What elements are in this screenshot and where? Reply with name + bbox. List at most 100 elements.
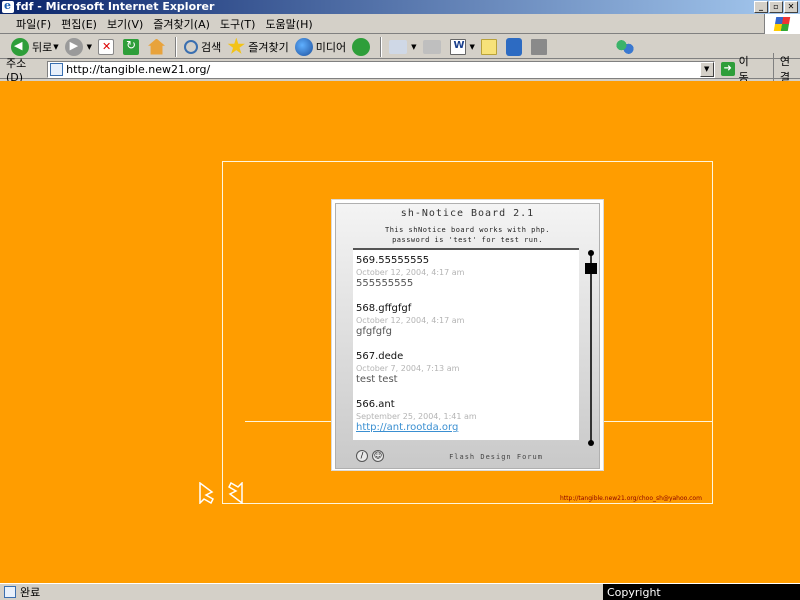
chevron-down-icon[interactable]: ▼ bbox=[411, 43, 416, 51]
contact-text: http://tangible.new21.org/choo_sh@yahoo.… bbox=[560, 495, 702, 502]
post-title[interactable]: 569.55555555 bbox=[356, 254, 579, 267]
research-button[interactable] bbox=[503, 36, 528, 58]
close-button[interactable]: ✕ bbox=[784, 1, 798, 13]
print-button[interactable] bbox=[420, 36, 447, 58]
media-label: 미디어 bbox=[315, 40, 347, 54]
notice-board-panel: sh-Notice Board 2.1 This shNotice board … bbox=[335, 203, 600, 469]
post-title[interactable]: 568.gffgfgf bbox=[356, 302, 579, 315]
page-content: sh-Notice Board 2.1 This shNotice board … bbox=[0, 81, 800, 583]
list-item[interactable]: 566.ant September 25, 2004, 1:41 am http… bbox=[356, 398, 579, 434]
messenger-icon bbox=[615, 37, 634, 56]
edit-button[interactable]: ▼ bbox=[447, 36, 478, 58]
tool-button[interactable] bbox=[528, 36, 553, 58]
status-bar: 완료 Copyright http://www.happycgi.com bbox=[0, 583, 800, 600]
minimize-button[interactable]: _ bbox=[754, 1, 768, 13]
status-text: 완료 bbox=[20, 586, 41, 599]
forward-button[interactable]: ▼ bbox=[62, 36, 95, 58]
tool-icon bbox=[530, 38, 547, 55]
back-label: 뒤로 bbox=[32, 40, 53, 54]
standard-toolbar: 뒤로 ▼ ▼ 검색 즐겨찾기 미디어 ▼ ▼ bbox=[0, 35, 800, 59]
list-item[interactable]: 567.dede October 7, 2004, 7:13 am test t… bbox=[356, 350, 579, 386]
window-titlebar: fdf - Microsoft Internet Explorer _ ▫ ✕ bbox=[0, 0, 800, 14]
address-label: 주소(D) bbox=[6, 56, 27, 84]
forward-arrow-icon bbox=[64, 37, 83, 56]
note-icon bbox=[480, 38, 497, 55]
star-icon bbox=[227, 37, 245, 54]
scrollbar-track[interactable] bbox=[590, 254, 592, 444]
address-input[interactable]: http://tangible.new21.org/ ▼ bbox=[47, 60, 715, 78]
board-footer: Flash Design Forum bbox=[449, 453, 543, 461]
post-title[interactable]: 566.ant bbox=[356, 398, 579, 411]
copyright-banner: Copyright http://www.happycgi.com bbox=[603, 584, 800, 600]
chevron-down-icon[interactable]: ▼ bbox=[699, 61, 714, 77]
stop-button[interactable] bbox=[95, 36, 120, 58]
post-list: 569.55555555 October 12, 2004, 4:17 am 5… bbox=[353, 248, 579, 440]
chevron-down-icon[interactable]: ▼ bbox=[87, 43, 92, 51]
window-controls: _ ▫ ✕ bbox=[754, 1, 798, 13]
smiley-button[interactable]: ☺ bbox=[372, 450, 384, 462]
post-title[interactable]: 567.dede bbox=[356, 350, 579, 363]
post-body: 555555555 bbox=[356, 278, 414, 289]
write-post-button[interactable]: / bbox=[356, 450, 368, 462]
post-date: October 12, 2004, 4:17 am bbox=[356, 268, 465, 277]
windows-flag-icon bbox=[773, 17, 791, 31]
post-date: October 12, 2004, 4:17 am bbox=[356, 316, 465, 325]
board-subtitle-2: password is 'test' for test run. bbox=[392, 236, 543, 244]
post-link[interactable]: http://ant.rootda.org bbox=[356, 422, 579, 434]
print-icon bbox=[422, 39, 441, 54]
board-subtitle-1: This shNotice board works with php. bbox=[384, 226, 550, 234]
post-body: gfgfgfg bbox=[356, 326, 392, 337]
mail-icon bbox=[389, 39, 408, 54]
menu-bar: 파일(F) 편집(E) 보기(V) 즐겨찾기(A) 도구(T) 도움말(H) bbox=[0, 14, 800, 34]
window-title: fdf - Microsoft Internet Explorer bbox=[16, 0, 215, 13]
favorites-button[interactable]: 즐겨찾기 bbox=[224, 36, 291, 58]
board-title: sh-Notice Board 2.1 bbox=[400, 208, 535, 219]
page-icon bbox=[50, 62, 64, 76]
messenger-button[interactable] bbox=[613, 36, 640, 58]
menu-edit[interactable]: 편집(E) bbox=[57, 16, 101, 32]
address-url: http://tangible.new21.org/ bbox=[66, 62, 211, 76]
page-done-icon bbox=[4, 586, 16, 598]
scroll-down-dot[interactable] bbox=[588, 440, 594, 446]
history-icon bbox=[352, 37, 371, 56]
notice-board: sh-Notice Board 2.1 This shNotice board … bbox=[331, 199, 604, 471]
home-button[interactable] bbox=[145, 36, 171, 58]
chevron-down-icon[interactable]: ▼ bbox=[470, 43, 475, 51]
address-bar: 주소(D) http://tangible.new21.org/ ▼ ➜ 이동 … bbox=[0, 53, 800, 85]
discuss-button[interactable] bbox=[478, 36, 503, 58]
stop-icon bbox=[98, 38, 115, 55]
media-button[interactable]: 미디어 bbox=[292, 36, 349, 58]
mail-button[interactable]: ▼ bbox=[386, 36, 419, 58]
refresh-button[interactable] bbox=[120, 36, 145, 58]
home-icon bbox=[148, 38, 166, 55]
back-arrow-icon bbox=[11, 37, 29, 56]
list-item[interactable]: 569.55555555 October 12, 2004, 4:17 am 5… bbox=[356, 254, 579, 290]
refresh-icon bbox=[123, 38, 140, 55]
menu-favorites[interactable]: 즐겨찾기(A) bbox=[149, 16, 214, 32]
restore-button[interactable]: ▫ bbox=[769, 1, 783, 13]
search-button[interactable]: 검색 bbox=[181, 36, 224, 58]
chevron-down-icon[interactable]: ▼ bbox=[53, 43, 58, 51]
media-icon bbox=[294, 37, 313, 56]
menu-tools[interactable]: 도구(T) bbox=[216, 16, 260, 32]
windows-logo bbox=[764, 14, 800, 34]
toolbar-separator bbox=[380, 36, 383, 57]
history-button[interactable] bbox=[349, 36, 376, 58]
word-icon bbox=[449, 38, 466, 55]
scroll-up-dot[interactable] bbox=[588, 250, 594, 256]
scrollbar-thumb[interactable] bbox=[585, 263, 597, 274]
favorites-label: 즐겨찾기 bbox=[248, 40, 289, 54]
menu-view[interactable]: 보기(V) bbox=[103, 16, 147, 32]
toolbar-separator bbox=[175, 36, 178, 57]
research-icon bbox=[505, 37, 522, 56]
search-label: 검색 bbox=[201, 40, 222, 54]
menu-help[interactable]: 도움말(H) bbox=[261, 16, 316, 32]
post-date: October 7, 2004, 7:13 am bbox=[356, 364, 460, 373]
go-arrow-icon: ➜ bbox=[720, 62, 735, 76]
list-item[interactable]: 568.gffgfgf October 12, 2004, 4:17 am gf… bbox=[356, 302, 579, 338]
menu-file[interactable]: 파일(F) bbox=[12, 16, 55, 32]
resize-icon[interactable] bbox=[199, 482, 243, 504]
post-body: test test bbox=[356, 374, 398, 385]
ie-icon bbox=[2, 0, 14, 13]
search-icon bbox=[184, 39, 199, 54]
